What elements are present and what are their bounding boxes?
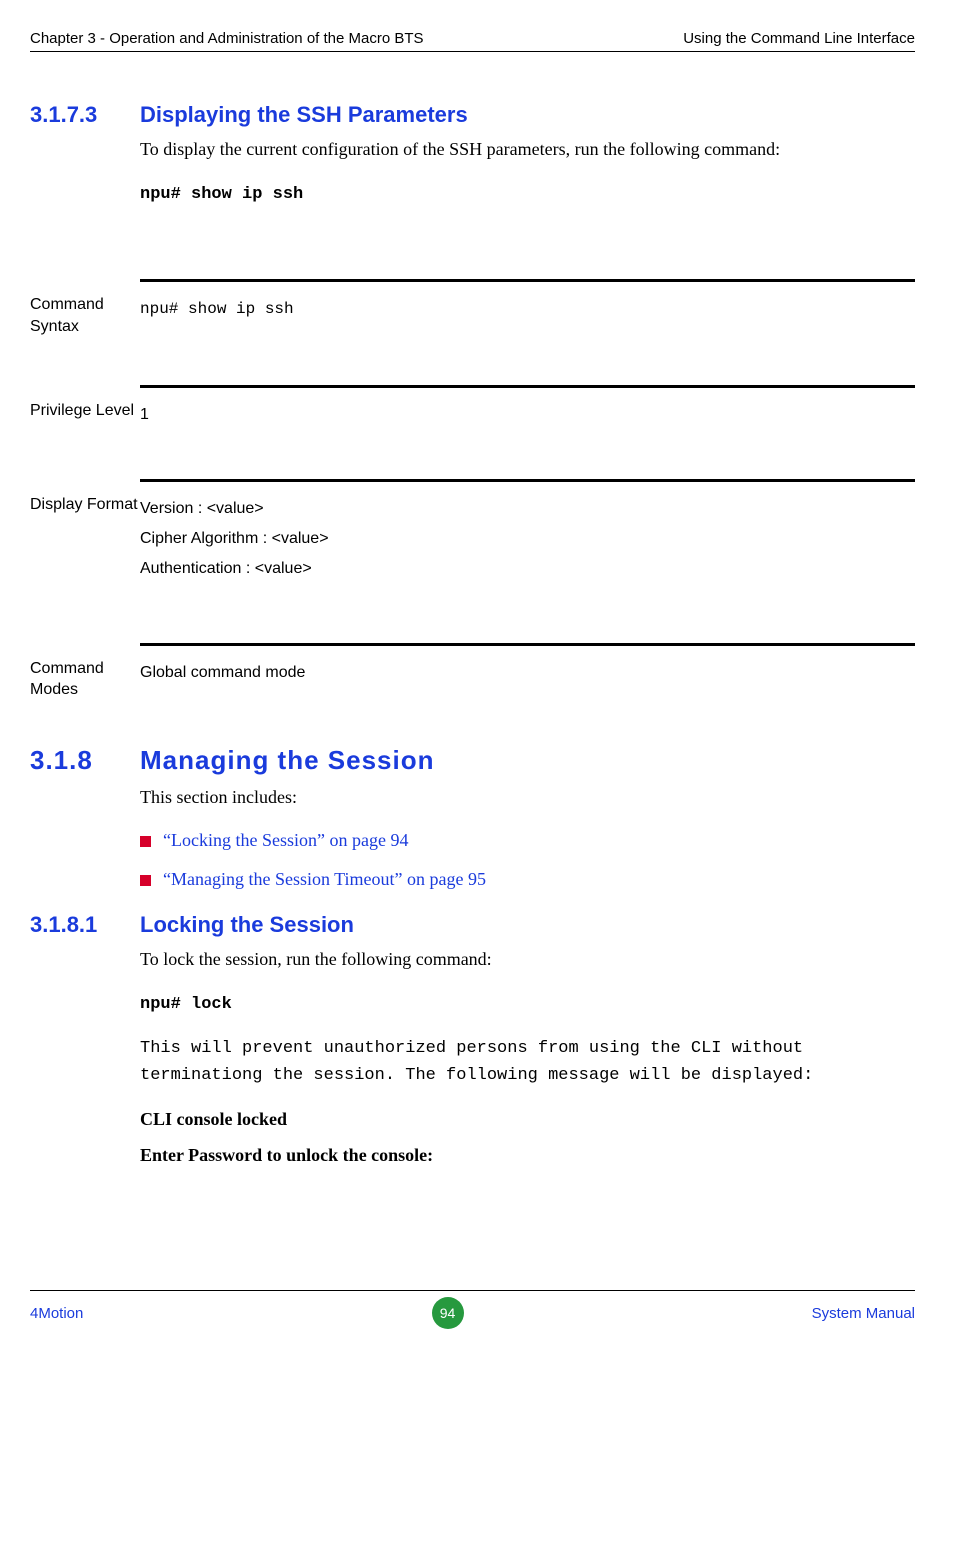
privilege-level-block: Privilege Level 1 xyxy=(140,385,915,430)
block-label: Command Syntax xyxy=(30,294,140,337)
square-bullet-icon xyxy=(140,836,151,847)
block-label: Display Format xyxy=(30,494,140,516)
section-number: 3.1.8 xyxy=(30,745,140,776)
section-number: 3.1.7.3 xyxy=(30,102,140,128)
footer-right: System Manual xyxy=(812,1305,915,1322)
list-item: “Locking the Session” on page 94 xyxy=(140,830,915,851)
header-left: Chapter 3 - Operation and Administration… xyxy=(30,30,424,47)
command-modes-block: Command Modes Global command mode xyxy=(140,643,915,701)
page-header: Chapter 3 - Operation and Administration… xyxy=(30,30,915,52)
square-bullet-icon xyxy=(140,875,151,886)
xref-link[interactable]: “Locking the Session” on page 94 xyxy=(163,830,408,851)
xref-link[interactable]: “Managing the Session Timeout” on page 9… xyxy=(163,869,486,890)
page-footer: 4Motion 94 System Manual xyxy=(30,1290,915,1329)
section-title: Displaying the SSH Parameters xyxy=(140,102,468,128)
display-format-line: Cipher Algorithm : <value> xyxy=(140,524,329,554)
command: npu# show ip ssh xyxy=(140,181,915,208)
section-heading-318: 3.1.8 Managing the Session xyxy=(30,745,915,776)
display-format-block: Display Format Version : <value> Cipher … xyxy=(140,479,915,585)
block-value: 1 xyxy=(140,400,149,430)
block-value: npu# show ip ssh xyxy=(140,294,294,324)
command-syntax-block: Command Syntax npu# show ip ssh xyxy=(140,279,915,337)
command: npu# lock xyxy=(140,991,915,1018)
block-label: Command Modes xyxy=(30,658,140,701)
section-title: Managing the Session xyxy=(140,745,435,776)
footer-left: 4Motion xyxy=(30,1305,83,1322)
block-label: Privilege Level xyxy=(30,400,140,422)
display-format-line: Authentication : <value> xyxy=(140,554,329,584)
section-title: Locking the Session xyxy=(140,912,354,938)
section-number: 3.1.8.1 xyxy=(30,912,140,938)
console-message: CLI console locked xyxy=(140,1106,915,1134)
paragraph: This section includes: xyxy=(140,784,915,812)
page-number-badge: 94 xyxy=(432,1297,464,1329)
paragraph: To display the current configuration of … xyxy=(140,136,915,164)
paragraph: To lock the session, run the following c… xyxy=(140,946,915,974)
block-value: Global command mode xyxy=(140,658,305,688)
section-heading-31733: 3.1.7.3 Displaying the SSH Parameters xyxy=(30,102,915,128)
list-item: “Managing the Session Timeout” on page 9… xyxy=(140,869,915,890)
note-text: This will prevent unauthorized persons f… xyxy=(140,1035,915,1089)
section-heading-3181: 3.1.8.1 Locking the Session xyxy=(30,912,915,938)
display-format-line: Version : <value> xyxy=(140,494,329,524)
console-message: Enter Password to unlock the console: xyxy=(140,1142,915,1170)
header-right: Using the Command Line Interface xyxy=(683,30,915,47)
block-value: Version : <value> Cipher Algorithm : <va… xyxy=(140,494,329,585)
